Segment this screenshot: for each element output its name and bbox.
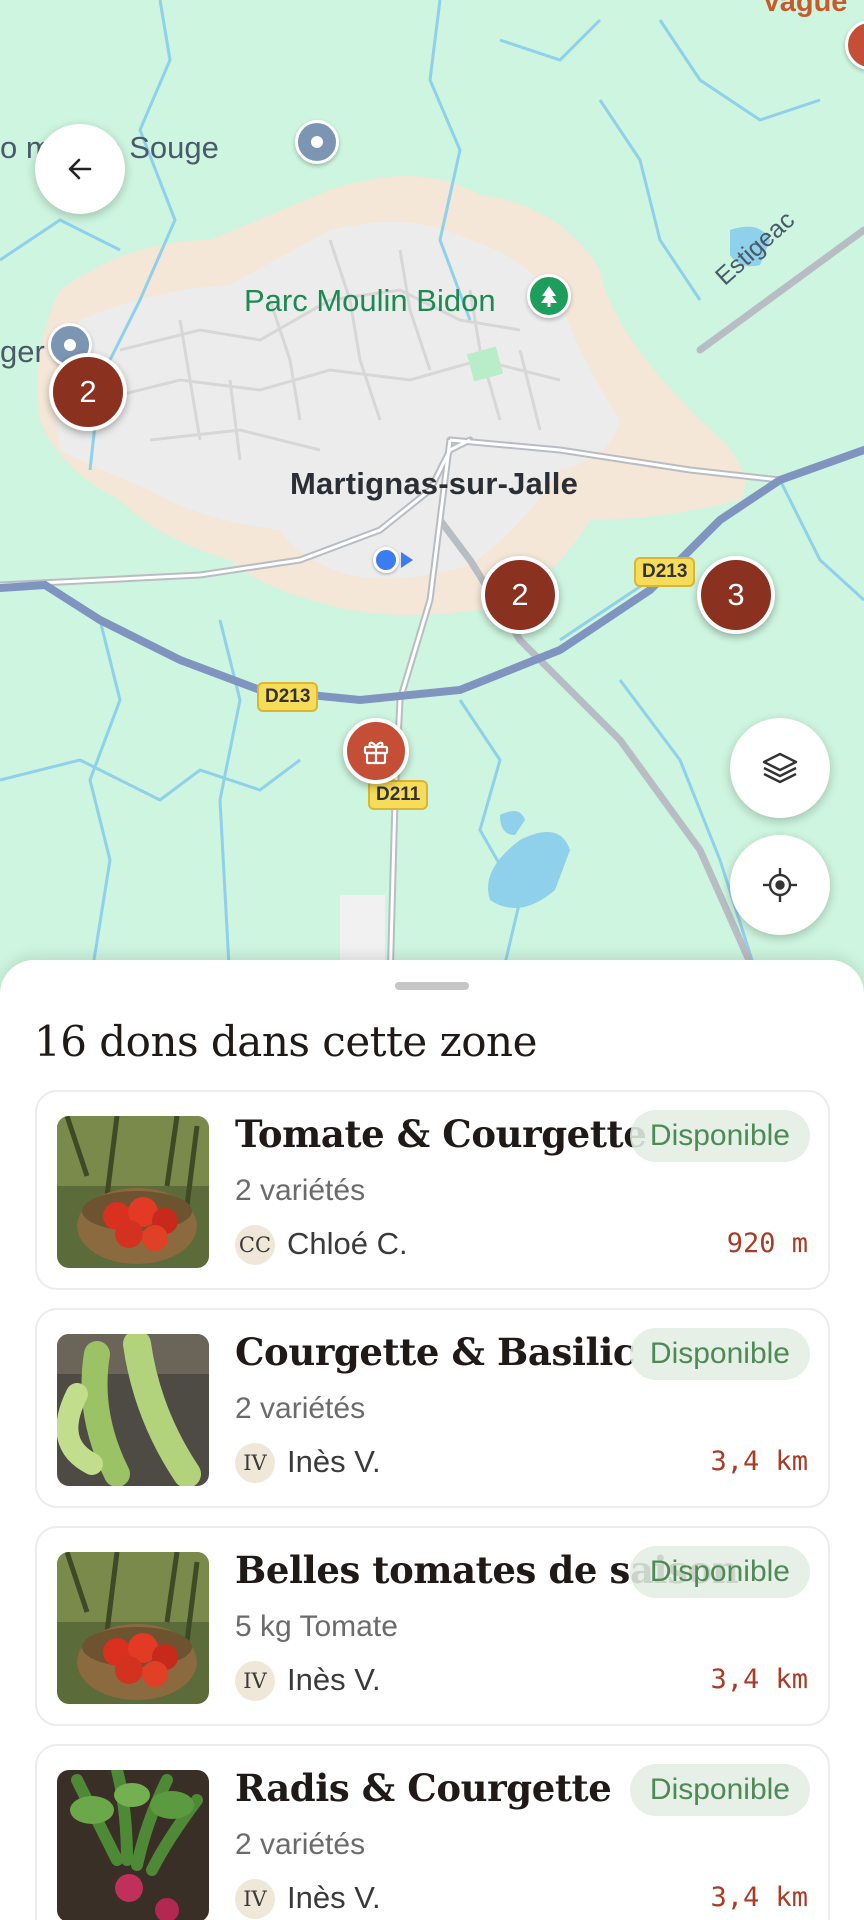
donation-card[interactable]: Belles tomates de saison Disponible 5 kg… (35, 1526, 830, 1726)
heading-arrow-icon (401, 552, 413, 568)
card-title: Radis & Courgette (235, 1766, 612, 1810)
map-view[interactable]: o m e de Souge ger Parc Moulin Bidon Mar… (0, 0, 864, 985)
my-location-icon (763, 868, 797, 902)
arrow-left-icon (68, 158, 92, 180)
results-bottom-sheet[interactable]: 16 dons dans cette zone Tomate & Courget… (0, 960, 864, 1920)
card-subtitle: 2 variétés (235, 1392, 366, 1425)
place-label-park[interactable]: Parc Moulin Bidon (244, 283, 496, 319)
tomatoes-basket-image (57, 1552, 209, 1704)
card-title: Tomate & Courgette (235, 1112, 647, 1156)
current-location-dot (373, 547, 399, 573)
avatar: IV (235, 1879, 275, 1919)
avatar: IV (235, 1661, 275, 1701)
distance-label: 920 m (726, 1228, 808, 1259)
place-label-vague: Vague (762, 0, 848, 18)
layers-icon (762, 752, 798, 784)
card-subtitle: 2 variétés (235, 1828, 366, 1861)
card-title: Courgette & Basilic (235, 1330, 635, 1374)
place-pin-icon[interactable] (295, 120, 339, 164)
distance-label: 3,4 km (710, 1664, 808, 1695)
donor-name: Inès V. (287, 1880, 381, 1915)
my-location-button[interactable] (730, 835, 830, 935)
donor-name: Chloé C. (287, 1226, 408, 1261)
status-badge: Disponible (629, 1764, 810, 1816)
place-label-edge: ger (0, 334, 45, 369)
donation-card[interactable]: Radis & Courgette Disponible 2 variétés … (35, 1744, 830, 1920)
cluster-marker[interactable]: 2 (49, 353, 127, 431)
cluster-marker[interactable]: 3 (697, 556, 775, 634)
back-button[interactable] (35, 124, 125, 214)
donor-name: Inès V. (287, 1662, 381, 1697)
card-subtitle: 2 variétés (235, 1174, 366, 1207)
gift-icon[interactable] (343, 718, 409, 784)
radish-image (57, 1770, 209, 1920)
status-badge: Disponible (629, 1546, 810, 1598)
zucchini-image (57, 1334, 209, 1486)
status-badge: Disponible (629, 1110, 810, 1162)
road-shield-d211: D211 (368, 780, 429, 810)
layers-button[interactable] (730, 718, 830, 818)
avatar: IV (235, 1443, 275, 1483)
road-shield-d213: D213 (257, 682, 319, 712)
road-shield-d213: D213 (634, 557, 696, 587)
distance-label: 3,4 km (710, 1446, 808, 1477)
tree-icon[interactable] (527, 274, 571, 318)
place-label-town: Martignas-sur-Jalle (290, 466, 579, 501)
card-subtitle: 5 kg Tomate (235, 1610, 398, 1643)
results-count-title: 16 dons dans cette zone (34, 1017, 537, 1066)
drag-handle[interactable] (395, 982, 469, 990)
tomatoes-basket-image (57, 1116, 209, 1268)
avatar: CC (235, 1225, 275, 1265)
donor-name: Inès V. (287, 1444, 381, 1479)
donation-card[interactable]: Courgette & Basilic Disponible 2 variété… (35, 1308, 830, 1508)
distance-label: 3,4 km (710, 1882, 808, 1913)
donation-card[interactable]: Tomate & Courgette Disponible 2 variétés… (35, 1090, 830, 1290)
cluster-marker[interactable]: 2 (481, 556, 559, 634)
status-badge: Disponible (629, 1328, 810, 1380)
